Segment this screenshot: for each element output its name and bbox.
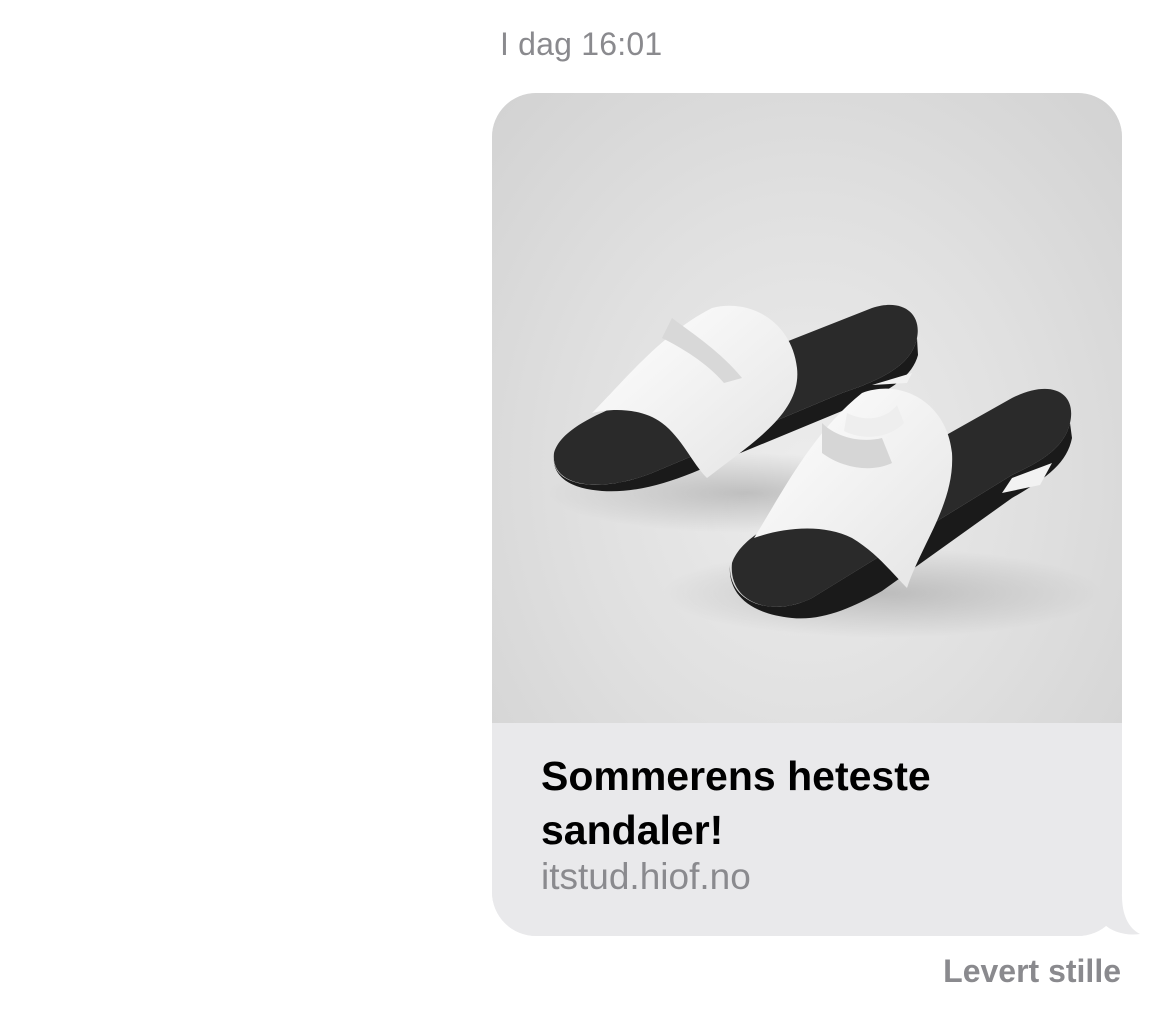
link-title[interactable]: Sommerens heteste sandaler! xyxy=(541,749,1061,857)
message-timestamp: I dag 16:01 xyxy=(500,26,663,62)
link-domain[interactable]: itstud.hiof.no xyxy=(541,856,751,898)
link-preview-info[interactable]: Sommerens heteste sandaler! itstud.hiof.… xyxy=(492,723,1122,936)
link-preview-bubble[interactable]: Sommerens heteste sandaler! itstud.hiof.… xyxy=(492,93,1122,936)
sandals-preview-image[interactable] xyxy=(492,93,1122,723)
delivery-status: Levert stille xyxy=(943,953,1121,989)
sandals-image xyxy=(547,304,1102,638)
